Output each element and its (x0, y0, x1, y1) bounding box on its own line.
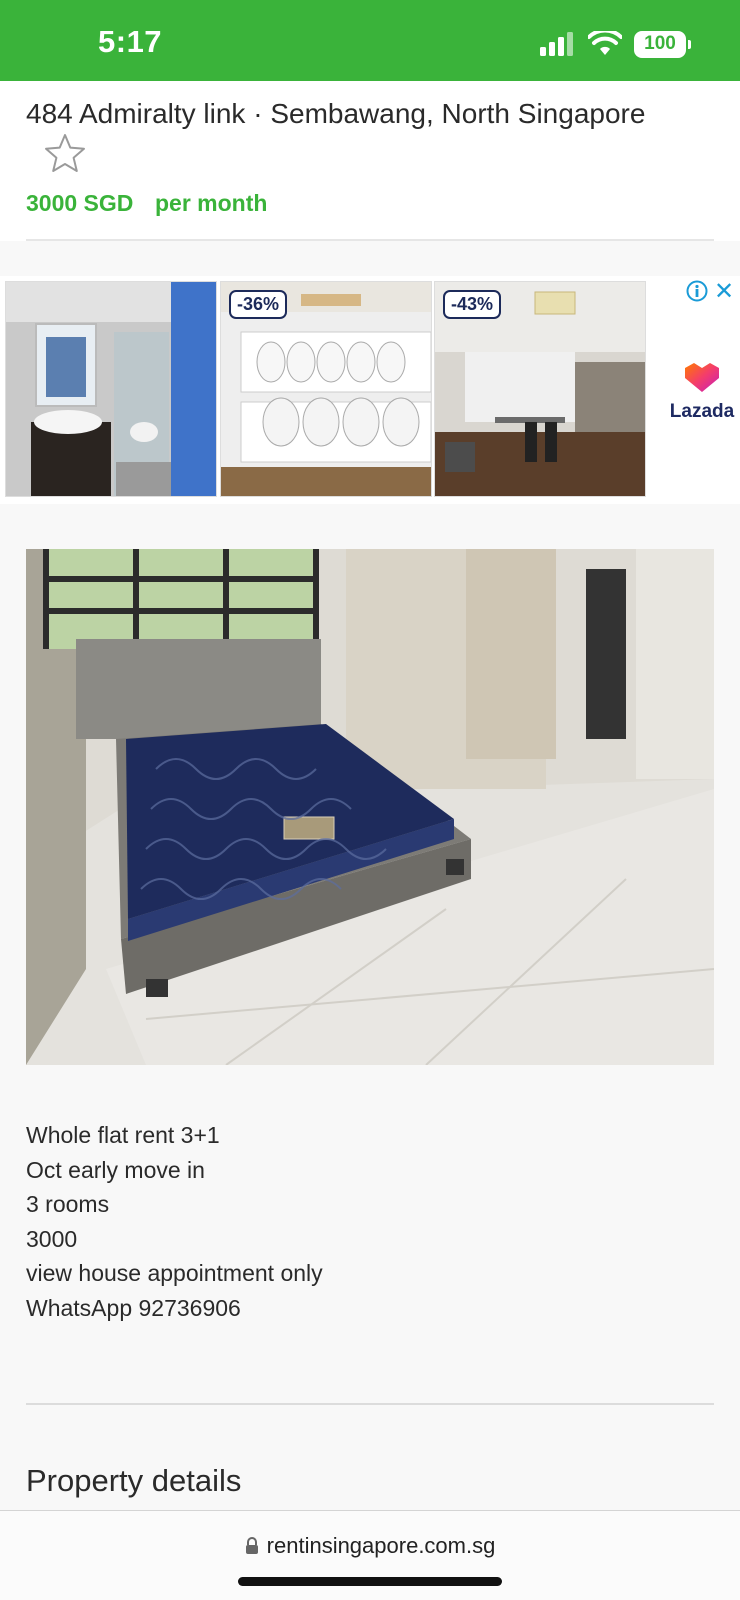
ad-close-icon[interactable]: ✕ (714, 277, 734, 306)
status-icons: 100 (540, 29, 691, 59)
browser-address-bar[interactable]: rentinsingapore.com.sg (0, 1510, 740, 1600)
divider (26, 239, 714, 241)
ad-tile-bathroom[interactable] (5, 281, 217, 497)
ad-discount-badge: -43% (443, 290, 502, 319)
status-time: 5:17 (98, 24, 163, 59)
ad-banner[interactable]: -36% -43% ✕ Lazada (0, 276, 740, 504)
listing-price: 3000 SGD (26, 190, 134, 216)
listing-description: Whole flat rent 3+1 Oct early move in 3 … (26, 1118, 323, 1326)
description-line: view house appointment only (26, 1260, 323, 1287)
ad-tile-apartment[interactable]: -43% (434, 281, 646, 497)
ad-tile-dish-rack[interactable]: -36% (220, 281, 432, 497)
description-line: Whole flat rent 3+1 (26, 1122, 220, 1148)
lazada-brand-text: Lazada (669, 401, 735, 422)
url-row[interactable]: rentinsingapore.com.sg (0, 1533, 740, 1559)
favorite-star-icon[interactable] (44, 132, 86, 174)
divider (26, 1403, 714, 1405)
lock-icon (245, 1537, 258, 1554)
status-bar: 5:17 100 (0, 0, 740, 81)
bedroom-image (26, 549, 714, 1065)
battery-icon: 100 (634, 30, 691, 58)
ad-info-icon[interactable] (686, 280, 708, 302)
ad-discount-badge: -36% (229, 290, 288, 319)
wifi-icon (588, 31, 622, 55)
price-period: per month (155, 190, 268, 216)
signal-icon (540, 32, 573, 56)
description-line: 3 rooms (26, 1191, 110, 1218)
bathroom-image (6, 282, 216, 496)
description-line: 3000 (26, 1225, 78, 1252)
url-text[interactable]: rentinsingapore.com.sg (267, 1533, 496, 1559)
description-line: Oct early move in (26, 1156, 205, 1183)
listing-photo[interactable] (26, 549, 714, 1065)
listing-title: 484 Admiralty link · Sembawang, North Si… (26, 98, 646, 129)
home-indicator[interactable] (238, 1577, 502, 1586)
property-details-heading: Property details (26, 1463, 242, 1498)
lazada-heart-icon (685, 363, 719, 392)
battery-level: 100 (644, 33, 676, 54)
description-line: WhatsApp 92736906 (26, 1294, 241, 1321)
lazada-logo[interactable]: Lazada (664, 360, 740, 423)
